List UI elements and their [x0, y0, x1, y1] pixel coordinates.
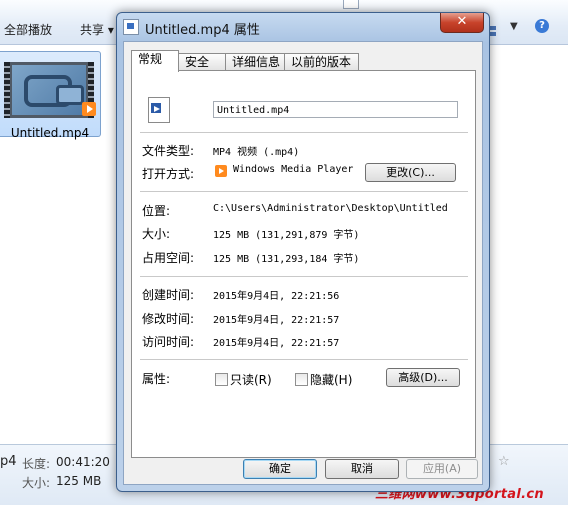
duration-label: 长度:	[22, 457, 51, 471]
star-rating-icon[interactable]: ☆	[498, 454, 510, 469]
size-label: 大小:	[142, 227, 171, 241]
tab-details[interactable]: 详细信息	[225, 53, 286, 71]
tab-previous-versions[interactable]: 以前的版本	[284, 53, 359, 71]
hidden-checkbox[interactable]	[295, 373, 308, 386]
accessed-value: 2015年9月4日, 22:21:57	[213, 338, 340, 349]
location-value: C:\Users\Administrator\Desktop\Untitled	[213, 203, 448, 214]
dialog-title: Untitled.mp4 属性	[145, 23, 260, 38]
share-button[interactable]: 共享 ▾	[80, 21, 114, 38]
created-label: 创建时间:	[142, 288, 195, 302]
size-on-disk-label: 占用空间:	[142, 251, 195, 265]
change-button[interactable]: 更改(C)...	[365, 163, 456, 182]
opens-with-label: 打开方式:	[142, 167, 195, 181]
duration-value: 00:41:20	[56, 455, 110, 469]
size-label: 大小:	[22, 476, 51, 490]
filename-field[interactable]: Untitled.mp4	[213, 101, 458, 118]
play-all-button[interactable]: 全部播放	[4, 21, 52, 38]
modified-label: 修改时间:	[142, 312, 195, 326]
file-item-selected[interactable]: Untitled.mp4	[0, 51, 101, 140]
readonly-label[interactable]: 只读(R)	[230, 371, 272, 388]
attributes-label: 属性:	[142, 372, 171, 386]
tab-general[interactable]: 常规	[131, 50, 179, 72]
created-value: 2015年9月4日, 22:21:56	[213, 291, 340, 302]
location-label: 位置:	[142, 204, 171, 218]
help-icon[interactable]: ?	[535, 19, 549, 33]
media-player-icon	[215, 165, 227, 177]
search-box-edge[interactable]	[343, 0, 359, 9]
video-file-icon	[148, 97, 170, 123]
file-name: Untitled.mp4	[10, 126, 90, 140]
advanced-button[interactable]: 高级(D)...	[386, 368, 460, 387]
share-label: 共享	[80, 23, 105, 37]
cancel-button[interactable]: 取消	[325, 459, 399, 479]
apply-button[interactable]: 应用(A)	[406, 459, 478, 479]
modified-value: 2015年9月4日, 22:21:57	[213, 315, 340, 326]
tab-security[interactable]: 安全	[178, 53, 226, 71]
hidden-label[interactable]: 隐藏(H)	[310, 371, 352, 388]
file-type-value: MP4 视频 (.mp4)	[213, 147, 300, 158]
play-badge-icon	[82, 102, 96, 116]
file-type-label: 文件类型:	[142, 144, 195, 158]
details-file-name: p4	[0, 454, 17, 469]
size-value: 125 MB (131,291,879 字节)	[213, 230, 360, 241]
properties-dialog: Untitled.mp4 属性 ✕ 常规 安全 详细信息 以前的版本 Untit…	[116, 12, 490, 492]
opens-with-value: Windows Media Player	[233, 164, 354, 175]
window-icon	[123, 19, 139, 35]
general-panel: Untitled.mp4 文件类型: MP4 视频 (.mp4) 打开方式: W…	[131, 70, 476, 458]
view-dropdown-icon[interactable]: ▼	[510, 21, 518, 32]
accessed-label: 访问时间:	[142, 335, 195, 349]
chevron-down-icon: ▾	[107, 23, 114, 37]
readonly-checkbox[interactable]	[215, 373, 228, 386]
close-button[interactable]: ✕	[440, 13, 484, 33]
video-thumbnail	[4, 62, 96, 118]
dialog-body: 常规 安全 详细信息 以前的版本 Untitled.mp4 文件类型: MP4 …	[123, 41, 483, 485]
size-on-disk-value: 125 MB (131,293,184 字节)	[213, 254, 360, 265]
size-value: 125 MB	[56, 474, 102, 488]
ok-button[interactable]: 确定	[243, 459, 317, 479]
